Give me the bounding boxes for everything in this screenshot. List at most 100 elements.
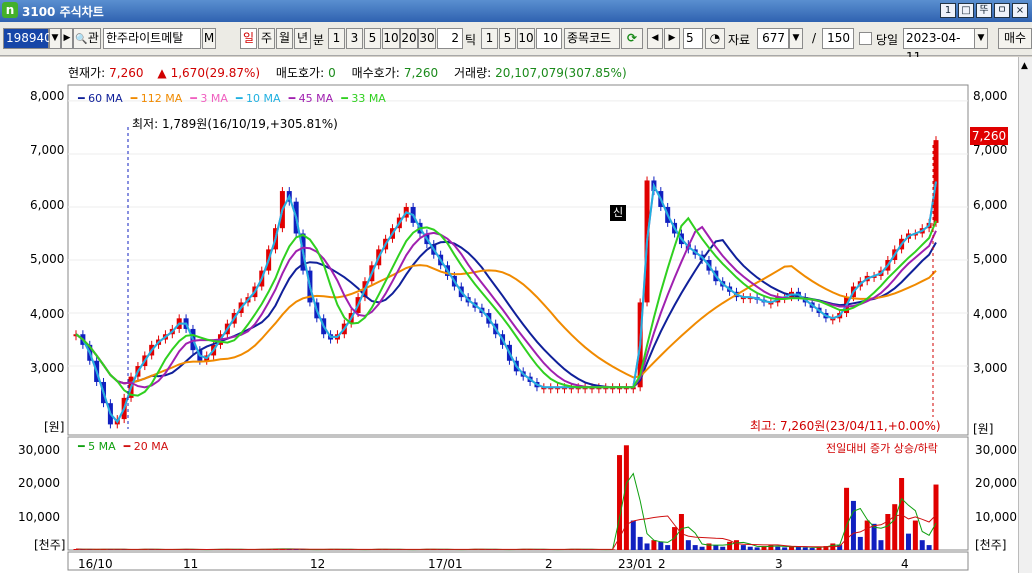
price-unit-left: [원] [44, 420, 65, 434]
legend-item: ━ 45 MA [288, 92, 334, 105]
volume-bar [733, 540, 739, 550]
x-label: 12 [310, 557, 326, 571]
volume-bar [720, 546, 726, 550]
x-label: 2 [545, 557, 553, 571]
tick-label: 틱 [465, 33, 477, 47]
tab-daily[interactable]: 일 [240, 28, 257, 49]
x-label: 16/10 [78, 557, 113, 571]
next-code-icon[interactable]: ▶ [61, 28, 73, 49]
search-button[interactable]: 🔍관 [73, 28, 101, 49]
minute-3-button[interactable]: 3 [346, 28, 363, 49]
x-label: 23/01 [618, 557, 653, 571]
price-tick-left: 7,000 [30, 143, 65, 157]
date-dropdown-icon[interactable]: ▼ [974, 28, 988, 49]
stock-name-field: 한주라이트메탈 [103, 28, 201, 49]
refresh-icon[interactable]: ⟳ [621, 28, 643, 49]
same-day-checkbox[interactable] [859, 32, 872, 45]
volume-bar [857, 536, 863, 550]
volume-tick-right: 20,000 [975, 476, 1017, 490]
volume-bar [713, 545, 719, 550]
link-label: 관 [87, 31, 99, 45]
m-button[interactable]: M [202, 28, 216, 49]
volume-bar [651, 540, 657, 550]
legend-item: ━ 60 MA [78, 92, 123, 105]
clock-icon[interactable]: ◔ [705, 28, 725, 49]
speed-input[interactable]: 5 [683, 28, 703, 49]
tick-5-button[interactable]: 5 [499, 28, 516, 49]
volume-bar [899, 478, 905, 550]
low-annotation: 최저: 1,789원(16/10/19,+305.81%) [132, 117, 338, 131]
volume-bar [623, 445, 629, 550]
volume-tick-right: 10,000 [975, 510, 1017, 524]
tab-weekly[interactable]: 주 [258, 28, 275, 49]
price-tick-right: 6,000 [973, 198, 1008, 212]
tick-1-button[interactable]: 1 [481, 28, 498, 49]
volume-bar [892, 504, 898, 550]
legend-item: ━ 112 MA [130, 92, 183, 105]
x-label: 17/01 [428, 557, 463, 571]
price-tick-right: 7,000 [973, 143, 1008, 157]
window-number-button[interactable]: 1 [940, 3, 956, 18]
legend-item: ━ 10 MA [235, 92, 281, 105]
window-copy-button[interactable]: □ [958, 3, 974, 18]
volume-bar [782, 547, 788, 550]
toolbar: 198940 ▼ ▶ 🔍관 한주라이트메탈 M 일 주 월 년 분 1 3 5 … [0, 22, 1032, 64]
volume-bar [912, 520, 918, 550]
vertical-scrollbar[interactable]: ▲ [1018, 57, 1032, 573]
volume-tick-right: 30,000 [975, 443, 1017, 457]
signal-badge: 신 [610, 205, 626, 221]
date-input[interactable]: 2023-04-11 [903, 28, 975, 64]
code-dropdown-icon[interactable]: ▼ [49, 28, 61, 49]
tick-10-button[interactable]: 10 [517, 28, 535, 49]
data-label: 자료 [728, 33, 751, 47]
data-total-input[interactable]: 150 [822, 28, 854, 49]
prev-arrow-icon[interactable]: ◀ [647, 28, 663, 49]
x-label: 4 [901, 557, 909, 571]
tab-yearly[interactable]: 년 [294, 28, 311, 49]
volume-tick-left: 10,000 [18, 510, 60, 524]
volume-bar [809, 548, 815, 550]
volume-legend: ━ 5 MA ━ 20 MA [78, 440, 176, 453]
volume-note: 전일대비 증가 상승/하락 [826, 442, 938, 455]
price-tick-left: 5,000 [30, 252, 65, 266]
same-day-label: 당일 [876, 33, 899, 47]
volume-bar [658, 541, 664, 550]
minute-5-button[interactable]: 5 [364, 28, 381, 49]
price-tick-right: 5,000 [973, 252, 1008, 266]
volume-bar [685, 540, 691, 550]
price-tick-left: 6,000 [30, 198, 65, 212]
minute-label: 분 [313, 33, 325, 47]
window-pin-button[interactable]: 뚜 [976, 3, 992, 18]
window-close-button[interactable]: × [1012, 3, 1028, 18]
minute-1-button[interactable]: 1 [328, 28, 345, 49]
minute-10-button[interactable]: 10 [382, 28, 400, 49]
minute-input[interactable]: 2 [437, 28, 463, 49]
volume-bar [864, 520, 870, 550]
window-maximize-button[interactable]: ㅁ [994, 3, 1010, 18]
volume-bar [850, 500, 856, 550]
next-arrow-icon[interactable]: ▶ [664, 28, 680, 49]
legend-item: ━ 3 MA [190, 92, 228, 105]
volume-bar [617, 455, 623, 550]
code-search-input[interactable]: 종목코드 [564, 28, 620, 49]
volume-unit-right: [천주] [975, 538, 1007, 552]
app-logo-icon: n [2, 2, 18, 18]
price-tick-left: 4,000 [30, 307, 65, 321]
minute-30-button[interactable]: 30 [418, 28, 436, 49]
scroll-up-icon[interactable]: ▲ [1021, 61, 1028, 71]
stock-chart[interactable] [0, 57, 1016, 573]
window-title: 3100 주식차트 [22, 5, 104, 19]
tab-monthly[interactable]: 월 [276, 28, 293, 49]
tick-input[interactable]: 10 [536, 28, 562, 49]
volume-bar [727, 541, 733, 550]
data-count-input[interactable]: 677 [757, 28, 789, 49]
volume-bar [795, 546, 801, 550]
volume-bar [637, 536, 643, 550]
stock-code-input[interactable]: 198940 [3, 28, 52, 49]
data-count-dropdown-icon[interactable]: ▼ [789, 28, 803, 49]
volume-bar [754, 547, 760, 550]
minute-20-button[interactable]: 20 [400, 28, 418, 49]
buy-button[interactable]: 매수 [998, 28, 1032, 49]
price-tick-left: 8,000 [30, 89, 65, 103]
chart-area[interactable]: 현재가: 7,260 ▲ 1,670(29.87%) 매도호가: 0 매수호가: 7,2… [0, 57, 1032, 573]
